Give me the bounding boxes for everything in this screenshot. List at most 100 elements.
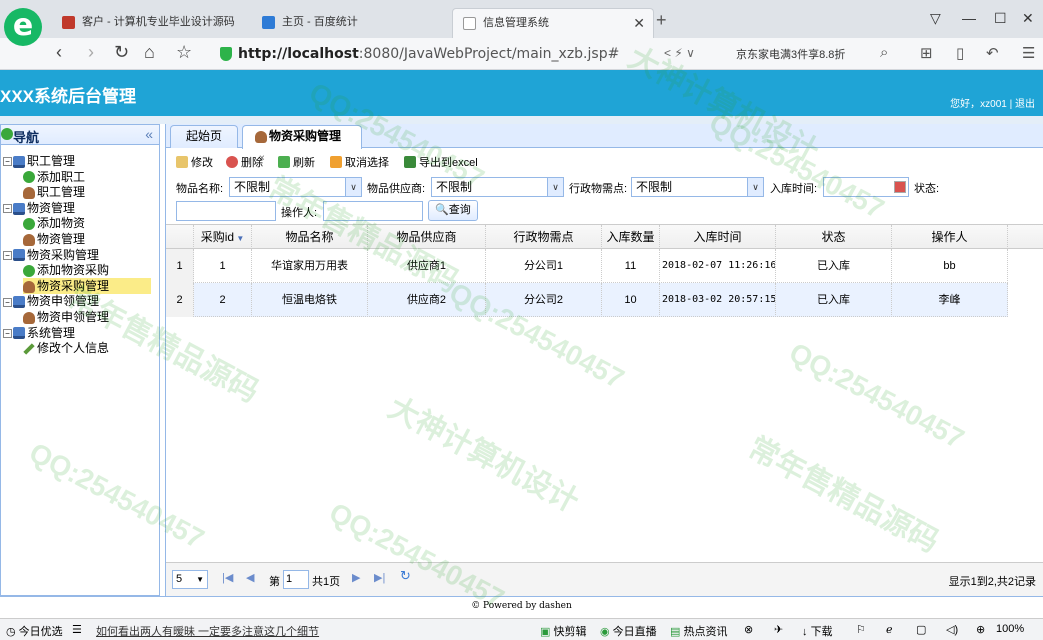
column-header[interactable]: 入库时间: [660, 225, 776, 249]
tree-group[interactable]: − 职工管理: [3, 153, 75, 169]
cancel-select-button[interactable]: 取消选择: [330, 154, 389, 170]
tree-leaf[interactable]: 添加物资: [23, 215, 85, 231]
tree-leaf[interactable]: 修改个人信息: [23, 340, 109, 356]
back-icon[interactable]: ‹: [56, 42, 62, 63]
collapse-toggle-icon[interactable]: −: [3, 297, 12, 307]
apps-icon[interactable]: ⊞: [920, 44, 933, 62]
reload-icon[interactable]: ↻: [400, 568, 411, 584]
supplier-select[interactable]: 不限制 ∨: [431, 177, 564, 197]
edit-button[interactable]: 修改: [176, 154, 213, 170]
tab-home[interactable]: 起始页: [170, 125, 238, 148]
page-size-select[interactable]: 5 ▼: [172, 570, 208, 589]
page-input[interactable]: 1: [283, 570, 309, 589]
kuaijian-button[interactable]: ▣ 快剪辑: [540, 623, 586, 639]
tree-label: 物资申领管理: [27, 294, 100, 309]
today-pick[interactable]: ◷ 今日优选: [6, 623, 63, 639]
last-page-icon[interactable]: ▶|: [374, 571, 385, 584]
pin-icon[interactable]: ✈: [774, 623, 783, 636]
collapse-toggle-icon[interactable]: −: [3, 328, 12, 338]
chevron-down-icon[interactable]: ∨: [747, 178, 763, 196]
in-time-input[interactable]: [823, 177, 909, 197]
zoom-level[interactable]: 100%: [996, 623, 1024, 635]
reload-icon[interactable]: ↻: [114, 42, 129, 63]
goods-name-select[interactable]: 不限制 ∨: [229, 177, 362, 197]
user-info[interactable]: 您好，xz001 | 退出: [950, 95, 1035, 110]
window-icon[interactable]: ▢: [916, 623, 926, 636]
url-input[interactable]: http://localhost:8080/JavaWebProject/mai…: [212, 42, 712, 66]
download-button[interactable]: ↓ 下载: [802, 623, 833, 639]
maximize-icon[interactable]: ☐: [994, 10, 1007, 27]
zoom-icon[interactable]: ⊕: [976, 623, 985, 636]
column-header[interactable]: 采购id ▼: [194, 225, 252, 249]
chevron-down-icon[interactable]: ∨: [547, 178, 563, 196]
menu-small-icon[interactable]: ☰: [72, 623, 82, 636]
share-icon[interactable]: < ⚡ ∨: [664, 46, 695, 60]
column-header[interactable]: 操作人: [892, 225, 1008, 249]
operator-input[interactable]: [323, 201, 423, 221]
column-header[interactable]: 行政物需点: [486, 225, 602, 249]
forward-icon[interactable]: ›: [88, 42, 94, 63]
column-header[interactable]: 状态: [776, 225, 892, 249]
delete-button[interactable]: 删除: [226, 154, 263, 170]
tree-leaf[interactable]: 添加物资采购: [23, 262, 109, 278]
row-number: 2: [166, 283, 194, 317]
search-row-2: 操作人: 🔍查询: [166, 198, 1043, 222]
ie-icon[interactable]: ℯ: [886, 623, 893, 636]
tree-leaf[interactable]: 物资采购管理: [23, 277, 151, 294]
query-button[interactable]: 🔍查询: [428, 200, 478, 221]
collapse-toggle-icon[interactable]: −: [3, 204, 12, 214]
column-header[interactable]: 物品供应商: [368, 225, 486, 249]
export-excel-button[interactable]: 导出到excel: [404, 154, 478, 170]
tab-purchase-management[interactable]: 物资采购管理×: [242, 125, 362, 164]
collapse-icon[interactable]: «: [145, 126, 153, 142]
promo-text[interactable]: 京东家电满3件享8.8折: [736, 46, 845, 62]
collapse-toggle-icon[interactable]: −: [3, 250, 12, 260]
volume-icon[interactable]: ◁): [946, 623, 958, 636]
column-header[interactable]: 入库数量: [602, 225, 660, 249]
add-icon: [23, 171, 35, 184]
tab-close-icon[interactable]: ✕: [633, 9, 645, 37]
home-icon[interactable]: ⌂: [144, 42, 155, 63]
new-tab-icon[interactable]: +: [656, 10, 667, 31]
tree-leaf[interactable]: 职工管理: [23, 184, 85, 200]
user-icon: [23, 311, 35, 324]
close-window-icon[interactable]: ✕: [1022, 10, 1034, 27]
row-number-header: [166, 225, 194, 249]
browser-tab-active[interactable]: 信息管理系统 ✕: [452, 8, 654, 38]
tree-group[interactable]: − 物资申领管理: [3, 293, 99, 309]
bookmark-icon[interactable]: ▯: [956, 44, 964, 62]
hot-news-button[interactable]: ▤ 热点资讯: [670, 623, 727, 639]
tree-group[interactable]: − 物资管理: [3, 200, 75, 216]
tree-group[interactable]: − 系统管理: [3, 325, 75, 341]
collapse-toggle-icon[interactable]: −: [3, 157, 12, 167]
flag-icon[interactable]: ⚐: [856, 623, 866, 636]
search-icon[interactable]: ⌕: [880, 44, 888, 61]
refresh-button[interactable]: 刷新: [278, 154, 315, 170]
first-page-icon[interactable]: |◀: [222, 571, 233, 584]
browser-tab-1[interactable]: 客户 - 计算机专业毕业设计源码: [52, 8, 252, 38]
column-header[interactable]: 物品名称: [252, 225, 368, 249]
undo-icon[interactable]: ↶: [986, 44, 999, 62]
skin-icon[interactable]: ▽: [930, 10, 941, 27]
menu-icon[interactable]: ☰: [1022, 44, 1035, 62]
calendar-icon[interactable]: [894, 181, 906, 193]
table-row[interactable]: 2 2 恒温电烙铁 供应商2 分公司2 10 2018-03-02 20:57:…: [166, 283, 1008, 317]
minimize-icon[interactable]: —: [962, 10, 976, 26]
chevron-down-icon[interactable]: ∨: [345, 178, 361, 196]
next-page-icon[interactable]: ▶: [352, 571, 360, 584]
tree-leaf[interactable]: 物资申领管理: [23, 309, 109, 325]
tree-leaf[interactable]: 物资管理: [23, 231, 85, 247]
live-button[interactable]: ◉ 今日直播: [600, 623, 657, 639]
prev-page-icon[interactable]: ◀: [246, 571, 254, 584]
favorite-star-icon[interactable]: ☆: [176, 42, 192, 63]
tree-label: 物资管理: [27, 200, 76, 215]
news-link[interactable]: 如何看出两人有暧昧 一定要多注意这几个细节: [96, 623, 319, 639]
tools-icon[interactable]: ⊗: [744, 623, 753, 636]
edit-icon: [176, 156, 188, 168]
table-row[interactable]: 1 1 华谊家用万用表 供应商1 分公司1 11 2018-02-07 11:2…: [166, 249, 1008, 283]
tree-group[interactable]: − 物资采购管理: [3, 247, 99, 263]
tree-leaf[interactable]: 添加职工: [23, 169, 85, 185]
browser-tab-2[interactable]: 主页 - 百度统计: [252, 8, 452, 38]
dept-select[interactable]: 不限制 ∨: [631, 177, 764, 197]
status-input[interactable]: [176, 201, 276, 221]
